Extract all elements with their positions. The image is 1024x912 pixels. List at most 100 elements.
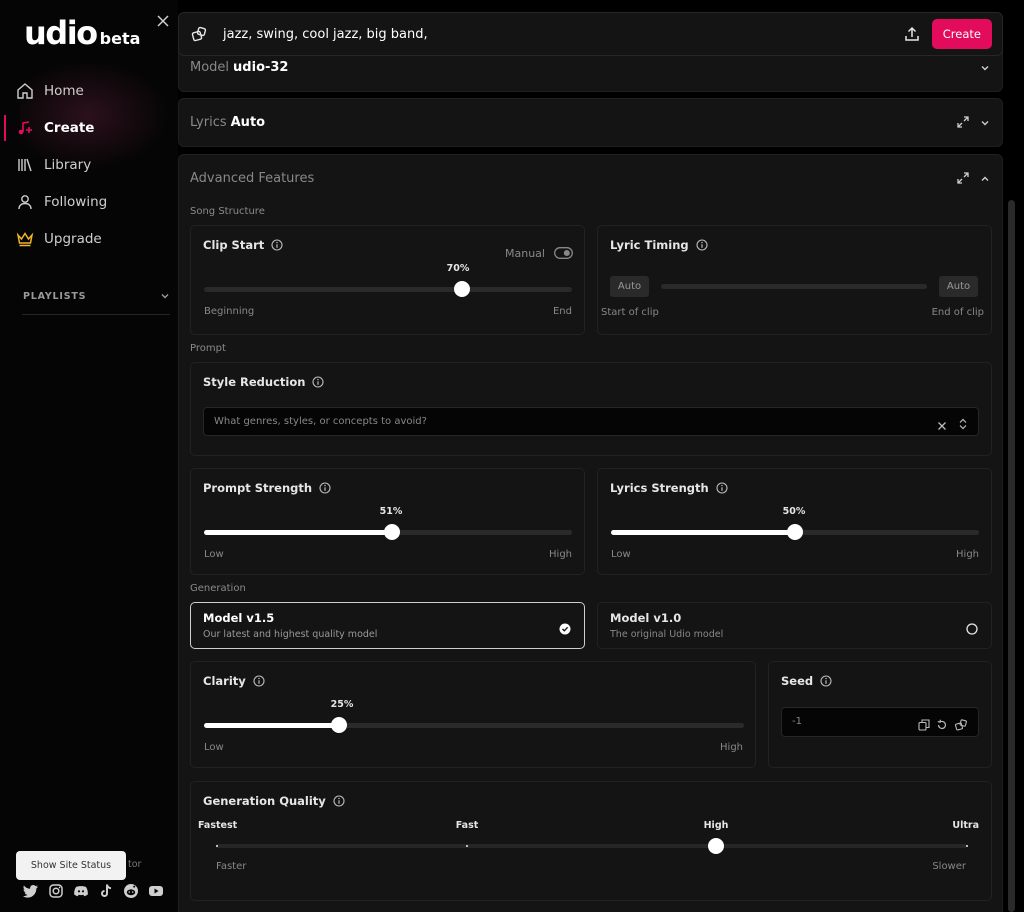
quality-tick-fastest[interactable]: Fastest <box>198 820 237 831</box>
chevron-up-icon[interactable] <box>978 172 992 186</box>
clarity-card: Clarity 25% Low High <box>190 661 756 768</box>
manual-toggle[interactable]: Manual <box>505 244 573 263</box>
nav-following[interactable]: Following <box>0 185 170 219</box>
model-v10-option[interactable]: Model v1.0 The original Udio model <box>597 602 992 649</box>
info-icon[interactable] <box>312 376 325 388</box>
youtube-icon[interactable] <box>148 883 164 899</box>
social-links <box>23 883 164 899</box>
chevron-down-icon[interactable] <box>978 116 992 130</box>
select-arrows-icon[interactable] <box>958 415 968 434</box>
prompt-strength-min: Low <box>204 549 224 560</box>
info-icon[interactable] <box>696 239 708 251</box>
prompt-strength-slider[interactable] <box>204 524 572 540</box>
info-icon[interactable] <box>820 675 832 687</box>
clip-start-slider[interactable] <box>204 281 572 297</box>
info-icon[interactable] <box>716 482 728 494</box>
prompt-bar: jazz, swing, cool jazz, big band, Create <box>178 12 1003 56</box>
lyric-timing-label: Lyric Timing <box>610 238 689 252</box>
generation-quality-card: Generation Quality Fastest Fast High Ult… <box>190 781 992 901</box>
lyrics-strength-card: Lyrics Strength 50% Low High <box>597 468 992 575</box>
quality-max: Slower <box>932 861 966 872</box>
style-reduction-card: Style Reduction What genres, styles, or … <box>190 362 992 456</box>
reddit-icon[interactable] <box>123 883 139 899</box>
status-indicator-text: tor <box>128 859 142 870</box>
music-note-plus-icon <box>16 119 34 137</box>
nav-home-label: Home <box>44 83 84 99</box>
upload-icon[interactable] <box>902 24 922 44</box>
quality-tick-ultra[interactable]: Ultra <box>952 820 979 831</box>
close-sidebar-icon[interactable] <box>157 12 169 31</box>
quality-step-dot <box>216 845 218 847</box>
clip-start-label: Clip Start <box>203 238 265 252</box>
instagram-icon[interactable] <box>48 883 64 899</box>
model-v15-name: Model v1.5 <box>203 611 275 625</box>
info-icon[interactable] <box>253 675 265 687</box>
lyric-timing-slider[interactable] <box>661 284 927 289</box>
style-reduction-input[interactable]: What genres, styles, or concepts to avoi… <box>203 407 979 436</box>
clarity-value: 25% <box>330 699 354 710</box>
clip-start-min: Beginning <box>204 306 255 317</box>
home-icon <box>16 82 34 100</box>
user-icon <box>16 193 34 211</box>
lyric-timing-start-tag[interactable]: Auto <box>610 276 649 297</box>
lyrics-strength-fill <box>611 530 795 535</box>
copy-icon[interactable] <box>918 716 930 735</box>
lyric-timing-max: End of clip <box>931 307 984 318</box>
expand-icon[interactable] <box>956 171 970 185</box>
nav-library-label: Library <box>44 157 92 173</box>
quality-tick-high[interactable]: High <box>704 820 729 831</box>
info-icon[interactable] <box>271 239 283 251</box>
lyrics-strength-thumb[interactable] <box>787 524 803 540</box>
model-v15-option[interactable]: Model v1.5 Our latest and highest qualit… <box>190 602 585 649</box>
discord-icon[interactable] <box>73 883 89 899</box>
generation-label: Generation <box>190 583 246 594</box>
create-button[interactable]: Create <box>931 19 992 49</box>
playlists-label: PLAYLISTS <box>23 291 87 302</box>
clip-start-card: Clip Start Manual 70% Beginning End <box>190 225 585 335</box>
style-reduction-placeholder: What genres, styles, or concepts to avoi… <box>214 416 427 427</box>
scrollbar[interactable] <box>1008 200 1015 912</box>
prompt-input[interactable]: jazz, swing, cool jazz, big band, <box>223 27 902 42</box>
clip-start-thumb[interactable] <box>453 281 470 297</box>
clip-start-value: 70% <box>446 263 470 274</box>
clear-icon[interactable] <box>937 416 947 435</box>
udio-logo[interactable]: udio beta <box>24 14 140 52</box>
reset-icon[interactable] <box>936 716 948 735</box>
prompt-strength-thumb[interactable] <box>383 524 400 540</box>
info-icon[interactable] <box>333 795 345 807</box>
info-icon[interactable] <box>319 482 331 494</box>
quality-min: Faster <box>216 861 247 872</box>
show-site-status-button[interactable]: Show Site Status <box>16 851 126 880</box>
seed-input[interactable]: -1 <box>781 707 979 737</box>
nav-create[interactable]: Create <box>0 111 170 145</box>
nav-upgrade[interactable]: Upgrade <box>0 222 170 256</box>
clarity-label: Clarity <box>203 674 246 688</box>
nav-library[interactable]: Library <box>0 148 170 182</box>
seed-label: Seed <box>781 674 814 688</box>
logo-mark: udio <box>24 14 98 52</box>
shuffle-prompt-icon[interactable] <box>189 24 209 44</box>
library-icon <box>16 156 34 174</box>
generation-quality-slider[interactable] <box>216 838 968 854</box>
clarity-thumb[interactable] <box>331 717 347 733</box>
tiktok-icon[interactable] <box>98 883 114 899</box>
lyric-timing-end-tag[interactable]: Auto <box>939 276 978 297</box>
generation-quality-title: Generation Quality <box>203 794 345 808</box>
random-seed-icon[interactable] <box>955 716 967 735</box>
nav-home[interactable]: Home <box>0 74 170 108</box>
lyrics-strength-max: High <box>956 549 979 560</box>
clarity-max: High <box>720 742 743 753</box>
expand-icon[interactable] <box>956 115 970 129</box>
quality-tick-fast[interactable]: Fast <box>456 820 479 831</box>
chevron-down-icon[interactable] <box>978 61 992 75</box>
lyrics-strength-slider[interactable] <box>611 524 979 540</box>
sidebar: udio beta Home Create Library Following … <box>0 0 178 912</box>
clarity-title: Clarity <box>203 674 265 688</box>
model-panel-title: Model udio-32 <box>190 60 288 75</box>
twitter-icon[interactable] <box>23 883 39 899</box>
lyrics-panel[interactable]: Lyrics Auto <box>178 98 1003 147</box>
playlists-toggle[interactable]: PLAYLISTS <box>23 291 170 304</box>
generation-quality-thumb[interactable] <box>708 838 724 854</box>
clarity-slider[interactable] <box>204 717 744 733</box>
create-main: jazz, swing, cool jazz, big band, Create… <box>178 0 1004 912</box>
